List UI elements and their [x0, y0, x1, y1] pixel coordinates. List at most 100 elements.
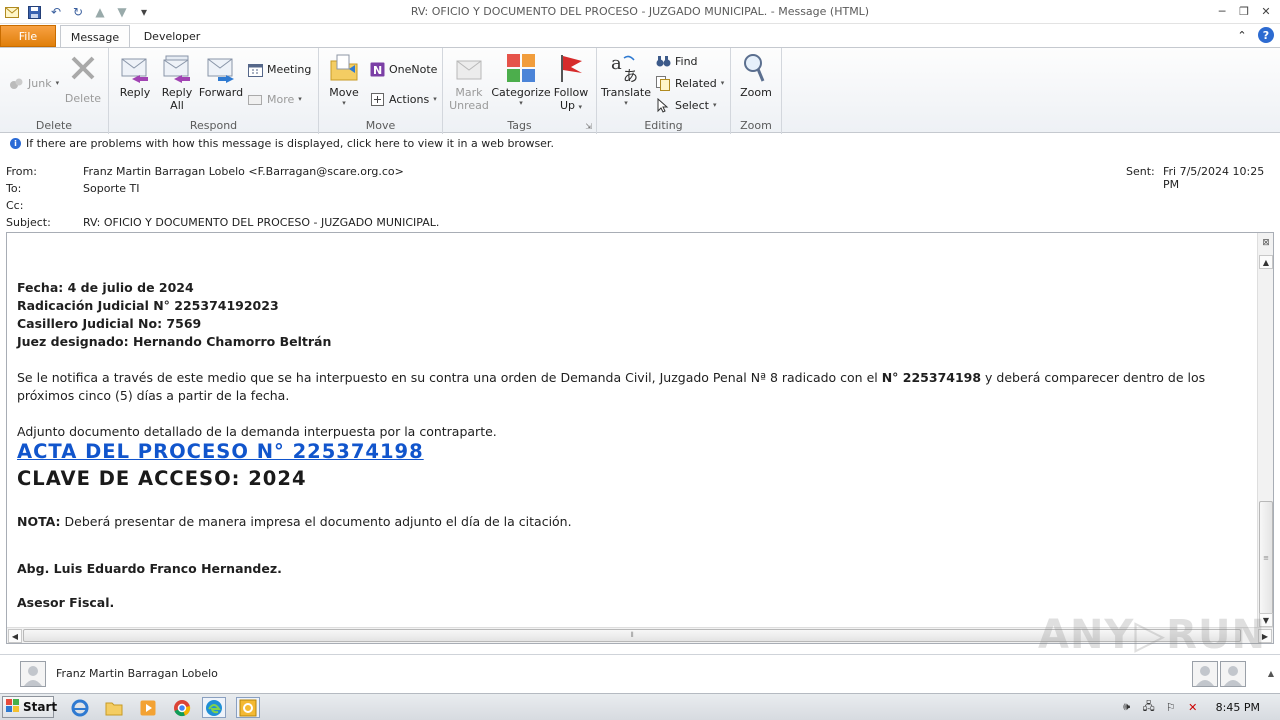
from-value[interactable]: Franz Martin Barragan Lobelo <F.Barragan… [83, 165, 404, 178]
actions-button[interactable]: Actions ▾ [369, 90, 437, 108]
delete-button[interactable]: Delete [59, 52, 107, 105]
magnifier-icon [740, 52, 772, 84]
info-bar-text: If there are problems with how this mess… [26, 136, 554, 150]
subject-label: Subject: [6, 216, 51, 229]
explorer-icon[interactable] [102, 697, 126, 718]
body-juez-line: Juez designado: Hernando Chamorro Beltrá… [17, 334, 332, 349]
follow-up-label-2: Up [559, 99, 575, 112]
junk-icon [8, 75, 24, 91]
chrome-icon[interactable] [170, 697, 194, 718]
media-player-icon[interactable] [136, 697, 160, 718]
reply-all-label-1: Reply [161, 86, 193, 99]
actions-icon [369, 91, 385, 107]
onenote-button[interactable]: N OneNote [369, 60, 437, 78]
people-pane: Franz Martin Barragan Lobelo ▲ [0, 654, 1280, 692]
delete-group: Junk ▾ Delete Delete [0, 48, 109, 134]
related-icon [655, 75, 671, 91]
more-respond-button[interactable]: More ▾ [247, 90, 302, 108]
translate-button[interactable]: aあ Translate ▾ [601, 52, 651, 107]
close-icon[interactable]: ✕ [1256, 2, 1276, 20]
vertical-scroll-thumb[interactable]: ≡ [1259, 501, 1273, 615]
reply-all-label-2: All [170, 99, 184, 112]
people-avatar-1[interactable] [1192, 661, 1218, 687]
calendar-icon [247, 61, 263, 77]
delete-icon [67, 52, 99, 84]
follow-up-button[interactable]: Follow Up ▾ [547, 52, 595, 114]
body-nota-line: NOTA: Deberá presentar de manera impresa… [17, 513, 1249, 531]
tab-developer[interactable]: Developer [136, 25, 208, 48]
sent-label: Sent: [1126, 165, 1155, 178]
group-label-move: Move [365, 119, 396, 132]
reply-button[interactable]: Reply [111, 52, 159, 99]
restore-icon[interactable]: ❐ [1234, 2, 1254, 20]
reply-all-button[interactable]: Reply All [153, 52, 201, 112]
to-value[interactable]: Soporte TI [83, 182, 140, 195]
info-bar[interactable]: i If there are problems with how this me… [0, 134, 1280, 152]
nota-label: NOTA: [17, 514, 61, 529]
group-label-editing: Editing [644, 119, 683, 132]
start-label: Start [23, 700, 58, 714]
move-button[interactable]: Move ▾ [320, 52, 368, 107]
sender-avatar[interactable] [20, 661, 46, 687]
outlook-taskbar-icon[interactable] [236, 697, 260, 718]
subject-value: RV: OFICIO Y DOCUMENTO DEL PROCESO - JUZ… [83, 216, 440, 229]
flag-icon [555, 52, 587, 84]
info-icon: i [10, 137, 21, 149]
ie-icon[interactable] [68, 697, 92, 718]
cc-row: Cc: [0, 197, 1280, 214]
zoom-button[interactable]: Zoom [732, 52, 780, 99]
people-pane-name[interactable]: Franz Martin Barragan Lobelo [56, 667, 218, 680]
meeting-button[interactable]: Meeting [247, 60, 311, 78]
view-options-icon[interactable]: ⊠ [1260, 237, 1272, 249]
mark-unread-label-1: Mark [455, 86, 483, 99]
body-date-line: Fecha: 4 de julio de 2024 [17, 280, 194, 295]
body-notice-paragraph: Se le notifica a través de este medio qu… [17, 369, 1249, 405]
system-tray: 🕪 🖧 ⚐ ✕ 8:45 PM [1116, 695, 1280, 719]
edge-icon[interactable] [202, 697, 226, 718]
forward-button[interactable]: Forward [197, 52, 245, 99]
mark-unread-label-2: Unread [449, 99, 489, 112]
reply-icon [119, 52, 151, 84]
categorize-button[interactable]: Categorize ▾ [491, 52, 551, 107]
tab-message[interactable]: Message [60, 25, 130, 48]
network-icon[interactable]: 🖧 [1138, 697, 1160, 717]
move-group: Move ▾ N OneNote Actions ▾ Move [319, 48, 443, 134]
nota-text: Deberá presentar de manera impresa el do… [60, 514, 572, 529]
action-center-flag-icon[interactable]: ⚐ [1160, 697, 1182, 717]
vertical-scrollbar[interactable]: ⊠ ▲ ≡ ▼ [1257, 233, 1273, 629]
body-casillero-line: Casillero Judicial No: 7569 [17, 316, 202, 331]
mark-unread-button[interactable]: Mark Unread [445, 52, 493, 112]
document-link[interactable]: ACTA DEL PROCESO N° 225374198 [17, 442, 424, 462]
close-tray-icon[interactable]: ✕ [1182, 697, 1204, 717]
to-label: To: [6, 182, 22, 195]
message-body[interactable]: Fecha: 4 de julio de 2024 Radicación Jud… [6, 232, 1274, 644]
clock[interactable]: 8:45 PM [1204, 701, 1280, 714]
tab-file[interactable]: File [0, 25, 56, 47]
translate-icon: aあ [610, 52, 642, 84]
signature-name: Abg. Luis Eduardo Franco Hernandez. [17, 561, 282, 576]
more-respond-icon [247, 91, 263, 107]
minimize-icon[interactable]: ─ [1212, 2, 1232, 20]
notice-text-1: Se le notifica a través de este medio qu… [17, 370, 882, 385]
title-bar: ↶ ↻ ▲ ▼ ▾ RV: OFICIO Y DOCUMENTO DEL PRO… [0, 0, 1280, 24]
follow-up-label-1: Follow [553, 86, 589, 99]
find-button[interactable]: Find [655, 52, 698, 70]
to-row: To: Soporte TI [0, 180, 1280, 197]
collapse-ribbon-icon[interactable]: ⌃ [1234, 27, 1250, 43]
editing-group: aあ Translate ▾ Find Related ▾ Select ▾ Edi… [597, 48, 731, 134]
start-button[interactable]: Start [2, 696, 58, 718]
select-button[interactable]: Select ▾ [655, 96, 716, 114]
window-controls: ─ ❐ ✕ [1212, 2, 1276, 20]
people-avatar-2[interactable] [1220, 661, 1246, 687]
related-button[interactable]: Related ▾ [655, 74, 724, 92]
expand-people-pane-icon[interactable]: ▲ [1268, 669, 1274, 678]
scroll-left-icon[interactable]: ◀ [8, 629, 22, 643]
signature-title: Asesor Fiscal. [17, 595, 115, 610]
notice-case-number: N° 225374198 [881, 370, 982, 385]
volume-icon[interactable]: 🕪 [1116, 697, 1138, 717]
junk-button[interactable]: Junk ▾ [8, 74, 59, 92]
windows-logo-icon [6, 698, 20, 716]
help-icon[interactable]: ? [1258, 27, 1274, 43]
categorize-icon [505, 52, 537, 84]
scroll-up-icon[interactable]: ▲ [1259, 255, 1273, 269]
